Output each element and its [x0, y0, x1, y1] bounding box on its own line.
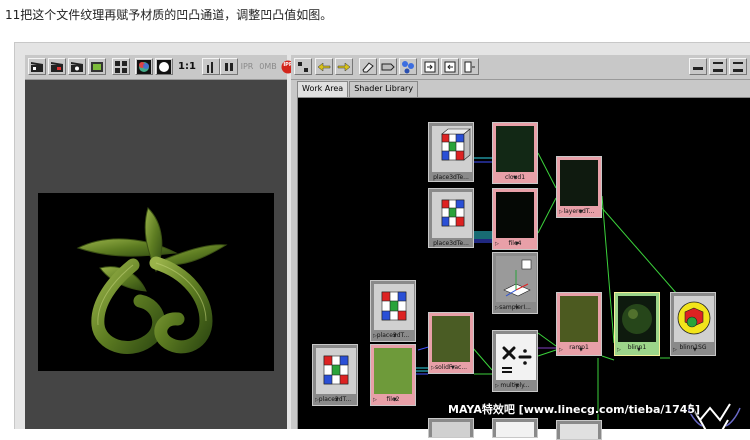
ramp-texture-swatch: [560, 296, 598, 342]
shading-group-icon: [674, 296, 714, 342]
hypershade-node-cloud[interactable]: cloud1 ▼: [492, 122, 538, 184]
render-settings-icon[interactable]: [88, 58, 106, 75]
hypershade-panel: Work Area Shader Library place3dTe... cl…: [291, 55, 750, 440]
hypershade-node-place2d-2[interactable]: place2dT... ▷ ▼: [312, 344, 358, 406]
hypershade-node-solid[interactable]: solidFrac... ▷ ▼: [428, 312, 474, 374]
rearrange-graph-icon[interactable]: [379, 58, 397, 75]
hypershade-node-layered[interactable]: layeredT... ▷ ▼: [556, 156, 602, 218]
node-port-bar: ▷ ▼: [495, 383, 519, 389]
hypershade-node-file4[interactable]: file4 ▷ ▼: [492, 188, 538, 250]
clear-graph-icon[interactable]: [359, 58, 377, 75]
memory-label: 0MB: [259, 62, 277, 71]
network-icon[interactable]: [399, 58, 417, 75]
node-port-bar: ▷ ▼: [373, 333, 397, 339]
place3d-texture-icon: [432, 126, 472, 172]
multiply-divide-icon: [496, 334, 536, 380]
file-texture-swatch: [374, 348, 412, 394]
render-clapper-icon[interactable]: [28, 58, 46, 75]
hypershade-tabs: Work Area Shader Library: [297, 81, 419, 97]
node-port-bar: ▷ ▼: [315, 397, 339, 403]
hypershade-node-partial-middle[interactable]: [492, 418, 538, 438]
output-connections-icon[interactable]: [335, 58, 353, 75]
node-port-bar: ▷ ▼: [559, 347, 583, 353]
node-port-bar: ▷ ▼: [495, 305, 519, 311]
hypershade-node-blinnsg[interactable]: blinn1SG ▷ ▼: [670, 292, 716, 356]
layout-split-icon[interactable]: [729, 58, 747, 75]
node-port-bar: ▷ ▼: [673, 347, 697, 353]
render-viewport: [25, 80, 287, 429]
tab-shader-library[interactable]: Shader Library: [349, 81, 419, 97]
hypershade-node-place3d-2[interactable]: place3dTe...: [428, 188, 474, 248]
node-label: place3dTe...: [433, 174, 469, 181]
node-port-bar: ▷ ▼: [373, 397, 397, 403]
hypershade-node-multiply[interactable]: multiply... ▷ ▼: [492, 330, 538, 392]
hypershade-node-place3d-1[interactable]: place3dTe...: [428, 122, 474, 182]
place2d-texture-icon: [316, 348, 356, 394]
toggle-panel-icon[interactable]: [461, 58, 479, 75]
watermark-text: MAYA特效吧 [www.linecg.com/tieba/1745]: [448, 403, 701, 416]
node-port-bar: ▷ ▼: [559, 209, 583, 215]
layered-texture-swatch: [560, 160, 598, 206]
node-label: place3dTe...: [433, 240, 469, 247]
rendered-plant-graphic: [76, 207, 228, 354]
toggle-panel-left-icon[interactable]: [421, 58, 439, 75]
layout-single-icon[interactable]: [689, 58, 707, 75]
hypershade-node-ramp[interactable]: ramp1 ▷ ▼: [556, 292, 602, 356]
solid-fractal-swatch: [432, 316, 470, 362]
toggle-panel-right-icon[interactable]: [441, 58, 459, 75]
hypershade-node-partial-right[interactable]: [556, 420, 602, 440]
sampler-info-icon: [496, 256, 536, 302]
material-sphere-graphic: [622, 304, 652, 334]
layout-bottom-icon[interactable]: [709, 58, 727, 75]
alpha-channel-icon[interactable]: [155, 58, 173, 75]
cloud-texture-swatch: [496, 126, 534, 172]
maya-screenshot: 1:1 IPR 0MB IPR Work Area Shader Library…: [14, 42, 750, 440]
pause-icon[interactable]: [220, 58, 238, 75]
display-mode-icon[interactable]: [112, 58, 130, 75]
node-port-bar: ▷ ▼: [495, 241, 519, 247]
input-connections-icon[interactable]: [315, 58, 333, 75]
hypershade-node-partial-left[interactable]: [428, 418, 474, 438]
rgb-channel-icon[interactable]: [135, 58, 153, 75]
place3d-texture-icon: [432, 192, 472, 238]
tab-work-area[interactable]: Work Area: [297, 81, 349, 97]
blinn-material-swatch: [618, 296, 656, 342]
hypershade-node-file2[interactable]: file2 ▷ ▼: [370, 344, 416, 406]
keep-image-icon[interactable]: [202, 58, 220, 75]
ipr-tuning-label: IPR: [240, 62, 254, 71]
rendered-image: [38, 193, 274, 371]
hypershade-node-blinn[interactable]: blinn1 ▷ ▼: [614, 292, 660, 356]
node-port-bar: ▷ ▼: [617, 347, 641, 353]
real-size-button[interactable]: 1:1: [176, 58, 198, 75]
hypershade-toolbar: [291, 55, 750, 80]
hypershade-node-place2d-1[interactable]: place2dT... ▷ ▼: [370, 280, 416, 342]
render-view-panel: 1:1 IPR 0MB IPR: [25, 55, 295, 429]
render-region-icon[interactable]: [48, 58, 66, 75]
render-view-toolbar: 1:1 IPR 0MB IPR: [25, 55, 295, 80]
place2d-texture-icon: [374, 284, 414, 330]
caption-text: 11把这个文件纹理再赋予材质的凹凸通道，调整凹凸值如图。: [5, 8, 333, 22]
graph-materials-icon[interactable]: [294, 58, 312, 75]
hypershade-node-sampler[interactable]: samplerI... ▷ ▼: [492, 252, 538, 314]
node-port-bar: ▷ ▼: [431, 365, 455, 371]
snapshot-icon[interactable]: [68, 58, 86, 75]
file-texture-swatch: [496, 192, 534, 238]
node-port-bar: ▼: [513, 175, 517, 181]
work-area-graph[interactable]: place3dTe... cloud1 ▼ layeredT... ▷ ▼ pl…: [297, 97, 750, 440]
